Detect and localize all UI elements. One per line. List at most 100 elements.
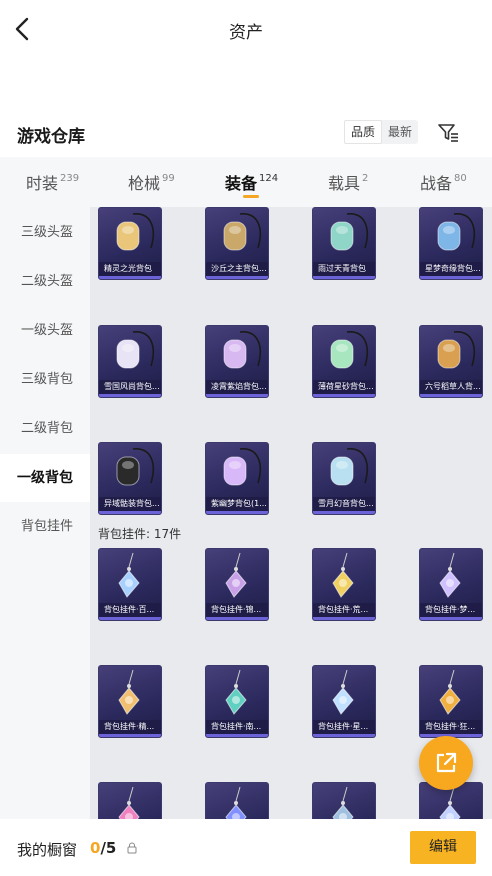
backpack-name: 沙丘之主背包... xyxy=(206,262,268,276)
sidebar-item-backpack-charm[interactable]: 背包挂件 xyxy=(0,503,90,551)
rarity-bar xyxy=(420,394,482,397)
moon-backpack-icon xyxy=(330,448,369,486)
charm-card[interactable]: 背包挂件·锦... xyxy=(205,548,269,621)
skull-backpack-icon xyxy=(116,448,155,486)
backpack-card[interactable]: 精灵之光背包 xyxy=(98,207,162,280)
backpack-card[interactable]: 薄荷星砂背包... xyxy=(312,325,376,398)
shell-backpack-icon xyxy=(223,331,262,369)
lock-icon xyxy=(127,842,137,854)
hook-charm-icon xyxy=(332,786,354,819)
external-link-icon xyxy=(436,752,457,773)
rarity-bar xyxy=(420,276,482,279)
jellyfish-charm-icon xyxy=(439,552,461,598)
item-grid: 背包挂件: 17件 精灵之光背包 沙丘之主背包... 雨过天青背包 星梦奇缘背包...… xyxy=(90,207,492,819)
charm-name: 背包挂件·精... xyxy=(99,720,161,734)
star-charm-icon xyxy=(332,552,354,598)
bunny-backpack-icon xyxy=(116,331,155,369)
rarity-bar xyxy=(313,734,375,737)
tab-equipment[interactable]: 装备 124 xyxy=(225,170,278,194)
active-tab-indicator xyxy=(243,195,259,198)
flower-charm-icon xyxy=(118,786,140,819)
tab-firearms[interactable]: 枪械 99 xyxy=(128,170,175,194)
sort-quality-button[interactable]: 品质 xyxy=(344,120,383,144)
backpack-name: 精灵之光背包 xyxy=(99,262,161,276)
section-title: 游戏仓库 xyxy=(17,127,85,147)
backpack-card[interactable]: 紫幽梦背包(1... xyxy=(205,442,269,515)
charm-card[interactable]: 背包挂件·精... xyxy=(98,665,162,738)
charm-card[interactable]: 背包挂件·荒... xyxy=(312,548,376,621)
axe-charm-icon xyxy=(225,552,247,598)
backpack-name: 薄荷星砂背包... xyxy=(313,380,375,394)
charm-card[interactable] xyxy=(312,782,376,819)
heart-charm-icon xyxy=(118,552,140,598)
backpack-name: 紫幽梦背包(1... xyxy=(206,497,268,511)
yellow-backpack-icon xyxy=(116,213,155,251)
sidebar-item-level2-backpack[interactable]: 二级背包 xyxy=(0,405,90,453)
sidebar-item-level1-helmet[interactable]: 一级头盔 xyxy=(0,307,90,355)
charm-name: 背包挂件·星... xyxy=(313,720,375,734)
backpack-card[interactable]: 异域骷装背包... xyxy=(98,442,162,515)
top-bar: 资产 xyxy=(0,0,492,58)
charm-card[interactable]: 背包挂件·梦... xyxy=(419,548,483,621)
sidebar-item-level3-helmet[interactable]: 三级头盔 xyxy=(0,209,90,257)
backpack-card[interactable]: 沙丘之主背包... xyxy=(205,207,269,280)
backpack-name: 雨过天青背包 xyxy=(313,262,375,276)
rarity-bar xyxy=(313,511,375,514)
blade-charm-icon xyxy=(439,669,461,715)
mask-charm-icon xyxy=(225,786,247,819)
backpack-name: 雪国风尚背包... xyxy=(99,380,161,394)
charm-card[interactable]: 背包挂件·狂... xyxy=(419,665,483,738)
rarity-bar xyxy=(313,617,375,620)
rarity-bar xyxy=(99,617,161,620)
rarity-bar xyxy=(420,617,482,620)
filter-icon[interactable] xyxy=(436,120,460,144)
charm-card[interactable] xyxy=(98,782,162,819)
backpack-name: 六号稻草人背... xyxy=(420,380,482,394)
sidebar-item-level3-backpack[interactable]: 三级背包 xyxy=(0,356,90,404)
charm-card[interactable]: 背包挂件·百... xyxy=(98,548,162,621)
showcase-count: 0/5 xyxy=(90,839,117,857)
backpack-card[interactable]: 凌霄紫焰背包... xyxy=(205,325,269,398)
sort-newest-button[interactable]: 最新 xyxy=(382,120,418,144)
backpack-name: 异域骷装背包... xyxy=(99,497,161,511)
backpack-name: 凌霄紫焰背包... xyxy=(206,380,268,394)
edit-button[interactable]: 编辑 xyxy=(410,831,476,864)
sort-toggle: 品质 最新 xyxy=(344,120,419,144)
rarity-bar xyxy=(99,511,161,514)
sword-charm-icon xyxy=(225,669,247,715)
gem-charm-icon xyxy=(332,669,354,715)
backpack-card[interactable]: 雨过天青背包 xyxy=(312,207,376,280)
feather-charm-icon xyxy=(118,669,140,715)
charm-card[interactable] xyxy=(205,782,269,819)
backpack-card[interactable]: 星梦奇缘背包... xyxy=(419,207,483,280)
sidebar-item-level2-helmet[interactable]: 二级头盔 xyxy=(0,258,90,306)
rarity-bar xyxy=(206,617,268,620)
charm-name: 背包挂件·狂... xyxy=(420,720,482,734)
showcase-bar: 我的橱窗 0/5 编辑 xyxy=(0,819,492,876)
backpack-card[interactable]: 六号稻草人背... xyxy=(419,325,483,398)
share-button[interactable] xyxy=(419,736,473,790)
sidebar-item-level1-backpack[interactable]: 一级背包 xyxy=(0,454,90,502)
charm-name: 背包挂件·锦... xyxy=(206,603,268,617)
tab-vehicles[interactable]: 载具 2 xyxy=(328,170,368,194)
charm-card[interactable]: 背包挂件·星... xyxy=(312,665,376,738)
rarity-bar xyxy=(313,276,375,279)
backpack-card[interactable]: 雪国风尚背包... xyxy=(98,325,162,398)
tab-supplies[interactable]: 战备 80 xyxy=(420,170,467,194)
charm-name: 背包挂件·梦... xyxy=(420,603,482,617)
mint-backpack-icon xyxy=(330,331,369,369)
tab-fashion[interactable]: 时装 239 xyxy=(26,170,79,194)
rarity-bar xyxy=(313,394,375,397)
rarity-bar xyxy=(206,511,268,514)
charm-card[interactable]: 背包挂件·南... xyxy=(205,665,269,738)
rarity-bar xyxy=(99,276,161,279)
category-tabs: 时装 239 枪械 99 装备 124 载具 2 战备 80 xyxy=(0,157,492,207)
charm-name: 背包挂件·南... xyxy=(206,720,268,734)
backpack-card[interactable]: 雪月幻音背包... xyxy=(312,442,376,515)
section-header: 游戏仓库 品质 最新 xyxy=(0,110,492,156)
sidebar: 三级头盔 二级头盔 一级头盔 三级背包 二级背包 一级背包 背包挂件 xyxy=(0,207,90,819)
charm-name: 背包挂件·荒... xyxy=(313,603,375,617)
backpack-name: 雪月幻音背包... xyxy=(313,497,375,511)
page-title: 资产 xyxy=(229,23,263,43)
rarity-bar xyxy=(206,276,268,279)
